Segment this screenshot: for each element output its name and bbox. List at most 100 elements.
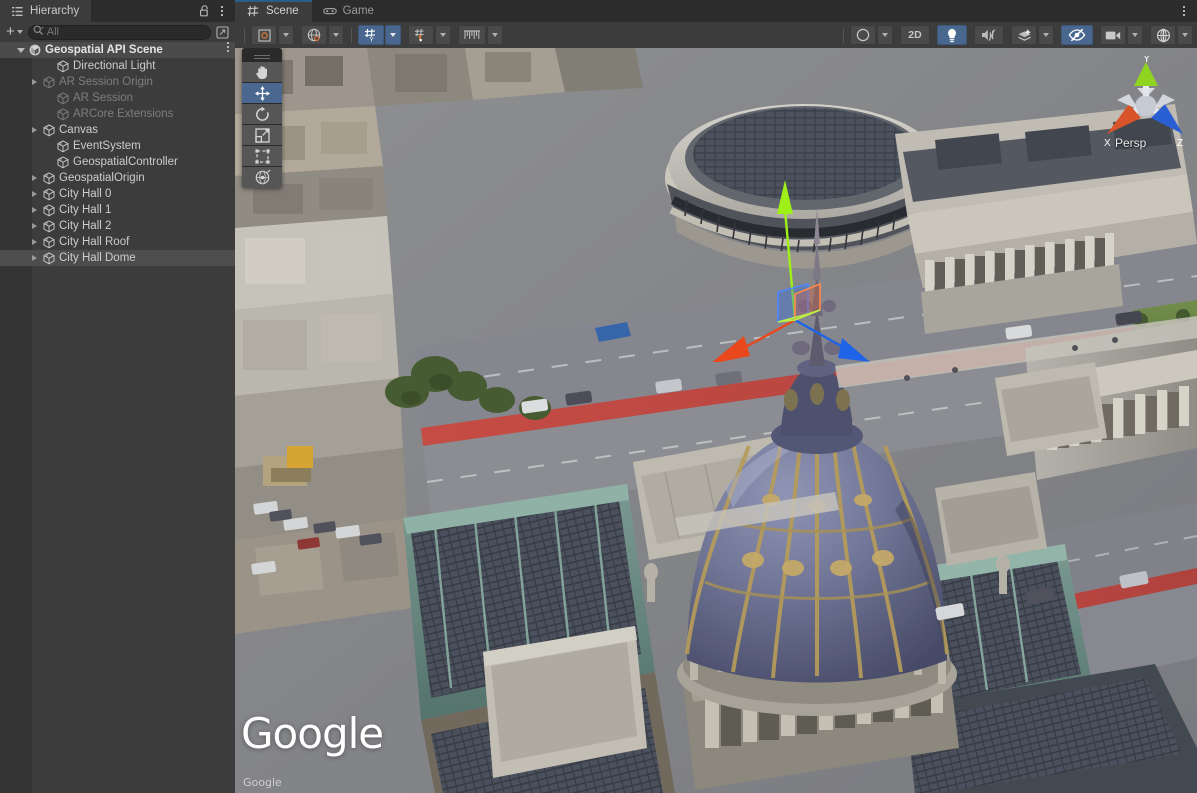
tab-game-label: Game [343,5,374,17]
triangle-icon [32,191,37,197]
hierarchy-panel: Hierarchy + [0,0,235,793]
gizmo-perspective-label[interactable]: Persp [1115,136,1146,150]
rotate-tool[interactable] [242,104,282,125]
triangle-icon [32,79,37,85]
hierarchy-row[interactable]: City Hall Roof [0,234,235,250]
draw-mode-group [850,25,894,45]
hierarchy-row[interactable]: Geospatial API Scene [0,42,235,58]
unity-editor-window: Hierarchy + [0,0,1197,793]
expand-arrow-closed-icon[interactable] [28,223,41,229]
scale-tool[interactable] [242,125,282,146]
kebab-menu-icon[interactable] [1176,3,1192,19]
gameobject-cube-icon [41,252,57,265]
hierarchy-row[interactable]: GeospatialController [0,154,235,170]
hierarchy-row-label: City Hall Dome [57,252,136,264]
hierarchy-row-label: AR Session Origin [57,76,153,88]
tool-palette-drag-handle[interactable] [242,48,282,62]
ruler-button[interactable] [458,25,486,45]
toolbar-divider [244,28,245,43]
chevron-down-icon [882,33,888,37]
gizmos-toggle-button[interactable] [1150,25,1176,45]
view-tool[interactable] [242,62,282,83]
expand-arrow-closed-icon[interactable] [28,255,41,261]
scene-tabbar-spacer [387,0,1176,22]
camera-settings-button[interactable] [1100,25,1126,45]
hierarchy-tree[interactable]: Geospatial API SceneDirectional Light AR … [0,42,235,793]
hierarchy-icon [9,3,25,19]
toolbar-divider [351,28,352,43]
toolbar-divider [843,28,844,43]
hierarchy-row[interactable]: City Hall 2 [0,218,235,234]
lock-icon[interactable] [196,3,212,19]
camera-settings-dropdown[interactable] [1127,25,1143,45]
gizmos-dropdown[interactable] [1177,25,1193,45]
transform-tool[interactable] [242,167,282,188]
scene-viewport[interactable]: Y X Z Persp Google [235,48,1197,793]
snap-increment-button[interactable] [408,25,434,45]
gameobject-cube-icon [55,140,71,153]
expand-arrow-closed-icon[interactable] [28,239,41,245]
scene-visibility-button[interactable] [1061,25,1093,45]
scene-lighting-button[interactable] [937,25,967,45]
scale-icon [254,127,271,144]
pivot-mode-button[interactable] [251,25,277,45]
hierarchy-row[interactable]: City Hall 1 [0,202,235,218]
hierarchy-row[interactable]: GeospatialOrigin [0,170,235,186]
chevron-down-icon [440,33,446,37]
tab-game[interactable]: Game [312,0,387,22]
move-tool-gizmo[interactable] [700,172,870,362]
tab-hierarchy[interactable]: Hierarchy [0,0,91,22]
move-tool[interactable] [242,83,282,104]
hierarchy-row[interactable]: City Hall Dome [0,250,235,266]
hierarchy-row[interactable]: AR Session Origin [0,74,235,90]
draw-mode-button[interactable] [850,25,876,45]
hierarchy-row[interactable]: Directional Light [0,58,235,74]
pivot-mode-dropdown[interactable] [278,25,294,45]
2d-toggle-label: 2D [908,29,921,41]
hierarchy-row[interactable]: City Hall 0 [0,186,235,202]
scene-fx-button[interactable] [1011,25,1037,45]
grid-snapping-button[interactable]: Y [358,25,384,45]
expand-arrow-closed-icon[interactable] [28,127,41,133]
kebab-menu-icon[interactable] [227,42,229,58]
search-input[interactable]: All [28,25,211,40]
gameobject-cube-icon [41,76,57,89]
gameobject-cube-icon [41,220,57,233]
expand-arrow-closed-icon[interactable] [28,175,41,181]
handle-space-group [301,25,345,45]
transform-globe-icon [254,169,271,186]
draw-mode-dropdown[interactable] [877,25,893,45]
gizmo-axis-z[interactable] [795,320,870,362]
tab-scene[interactable]: Scene [235,0,312,22]
scene-fx-dropdown[interactable] [1038,25,1054,45]
expand-arrow-open-icon[interactable] [14,48,27,53]
handle-space-dropdown[interactable] [328,25,344,45]
expand-arrow-closed-icon[interactable] [28,207,41,213]
open-in-new-icon[interactable] [214,24,231,40]
expand-arrow-closed-icon[interactable] [28,191,41,197]
create-gameobject-button[interactable]: + [4,26,25,38]
scene-tabbar: Scene Game [235,0,1197,22]
gameobject-cube-icon [41,188,57,201]
gameobject-cube-icon [41,124,57,137]
gizmo-plane-handles[interactable] [778,284,820,322]
scene-audio-button[interactable] [974,25,1004,45]
google-watermark-small: Google [243,776,282,789]
hierarchy-row[interactable]: AR Session [0,90,235,106]
handle-space-button[interactable] [301,25,327,45]
gizmo-axis-y-label: Y [1143,56,1151,65]
expand-arrow-closed-icon[interactable] [28,79,41,85]
ruler-dropdown[interactable] [487,25,503,45]
2d-toggle-button[interactable]: 2D [900,25,930,45]
rect-tool[interactable] [242,146,282,167]
scene-tool-palette[interactable] [242,48,282,188]
kebab-menu-icon[interactable] [214,3,230,19]
scene-orientation-gizmo[interactable]: Y X Z Persp [1103,56,1189,152]
gizmo-axis-x[interactable] [710,320,795,362]
hierarchy-row[interactable]: Canvas [0,122,235,138]
hierarchy-row[interactable]: EventSystem [0,138,235,154]
snap-increment-dropdown[interactable] [435,25,451,45]
hierarchy-row[interactable]: ARCore Extensions [0,106,235,122]
scene-fx-group [1011,25,1055,45]
grid-snapping-dropdown[interactable] [385,25,401,45]
